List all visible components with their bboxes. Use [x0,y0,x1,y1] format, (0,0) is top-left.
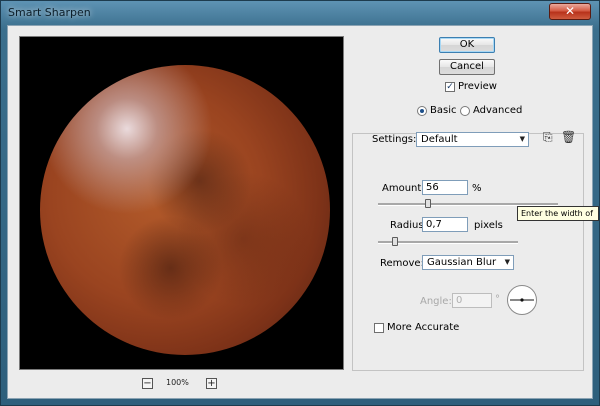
basic-label: Basic [430,105,457,116]
angle-dial[interactable] [507,285,537,315]
chevron-down-icon: ▼ [504,258,510,266]
radius-input[interactable]: 0,7 [422,217,468,232]
radius-slider-thumb[interactable] [391,237,398,246]
zoom-in-button[interactable]: + [206,378,217,389]
zoom-out-button[interactable]: − [142,378,153,389]
more-accurate-label: More Accurate [387,322,460,333]
zoom-level: 100% [166,378,189,387]
more-accurate-checkbox[interactable] [374,323,384,333]
settings-select[interactable]: Default ▼ [416,132,529,147]
settings-value: Default [421,134,458,145]
remove-select[interactable]: Gaussian Blur ▼ [422,255,514,270]
amount-label: Amount: [382,183,425,194]
chevron-down-icon: ▼ [519,135,525,143]
settings-group [352,133,584,371]
angle-unit: ° [495,294,500,305]
ok-button[interactable]: OK [439,37,495,53]
amount-input[interactable]: 56 [422,180,468,195]
settings-label: Settings: [372,134,417,145]
cancel-button[interactable]: Cancel [439,59,495,75]
dialog-body: − 100% + OK Cancel ✓ Preview Basic Advan… [7,25,593,399]
amount-unit: % [472,183,482,194]
advanced-radio[interactable] [460,106,470,116]
amount-slider-thumb[interactable] [425,199,432,208]
title-bar[interactable]: Smart Sharpen ✕ [1,1,599,25]
remove-label: Remove: [380,258,424,269]
close-icon: ✕ [564,4,576,18]
radius-slider-track[interactable] [378,241,518,244]
radius-unit: pixels [474,220,503,231]
save-settings-icon[interactable]: ⎘ [543,130,553,145]
moon-image [40,65,330,355]
angle-input[interactable]: 0 [452,293,492,308]
preview-checkbox[interactable]: ✓ [445,82,455,92]
basic-radio[interactable] [417,106,427,116]
close-button[interactable]: ✕ [549,3,591,20]
tooltip: Enter the width of [517,206,599,221]
trash-icon[interactable]: 🗑 [561,130,576,144]
preview-label: Preview [458,81,497,92]
advanced-label: Advanced [473,105,523,116]
smart-sharpen-dialog: Smart Sharpen ✕ − 100% + OK Cancel ✓ Pre… [0,0,600,406]
remove-value: Gaussian Blur [427,257,497,268]
window-title: Smart Sharpen [8,6,91,19]
angle-dial-line [510,298,534,302]
angle-label: Angle: [420,296,452,307]
preview-image[interactable] [19,36,344,370]
